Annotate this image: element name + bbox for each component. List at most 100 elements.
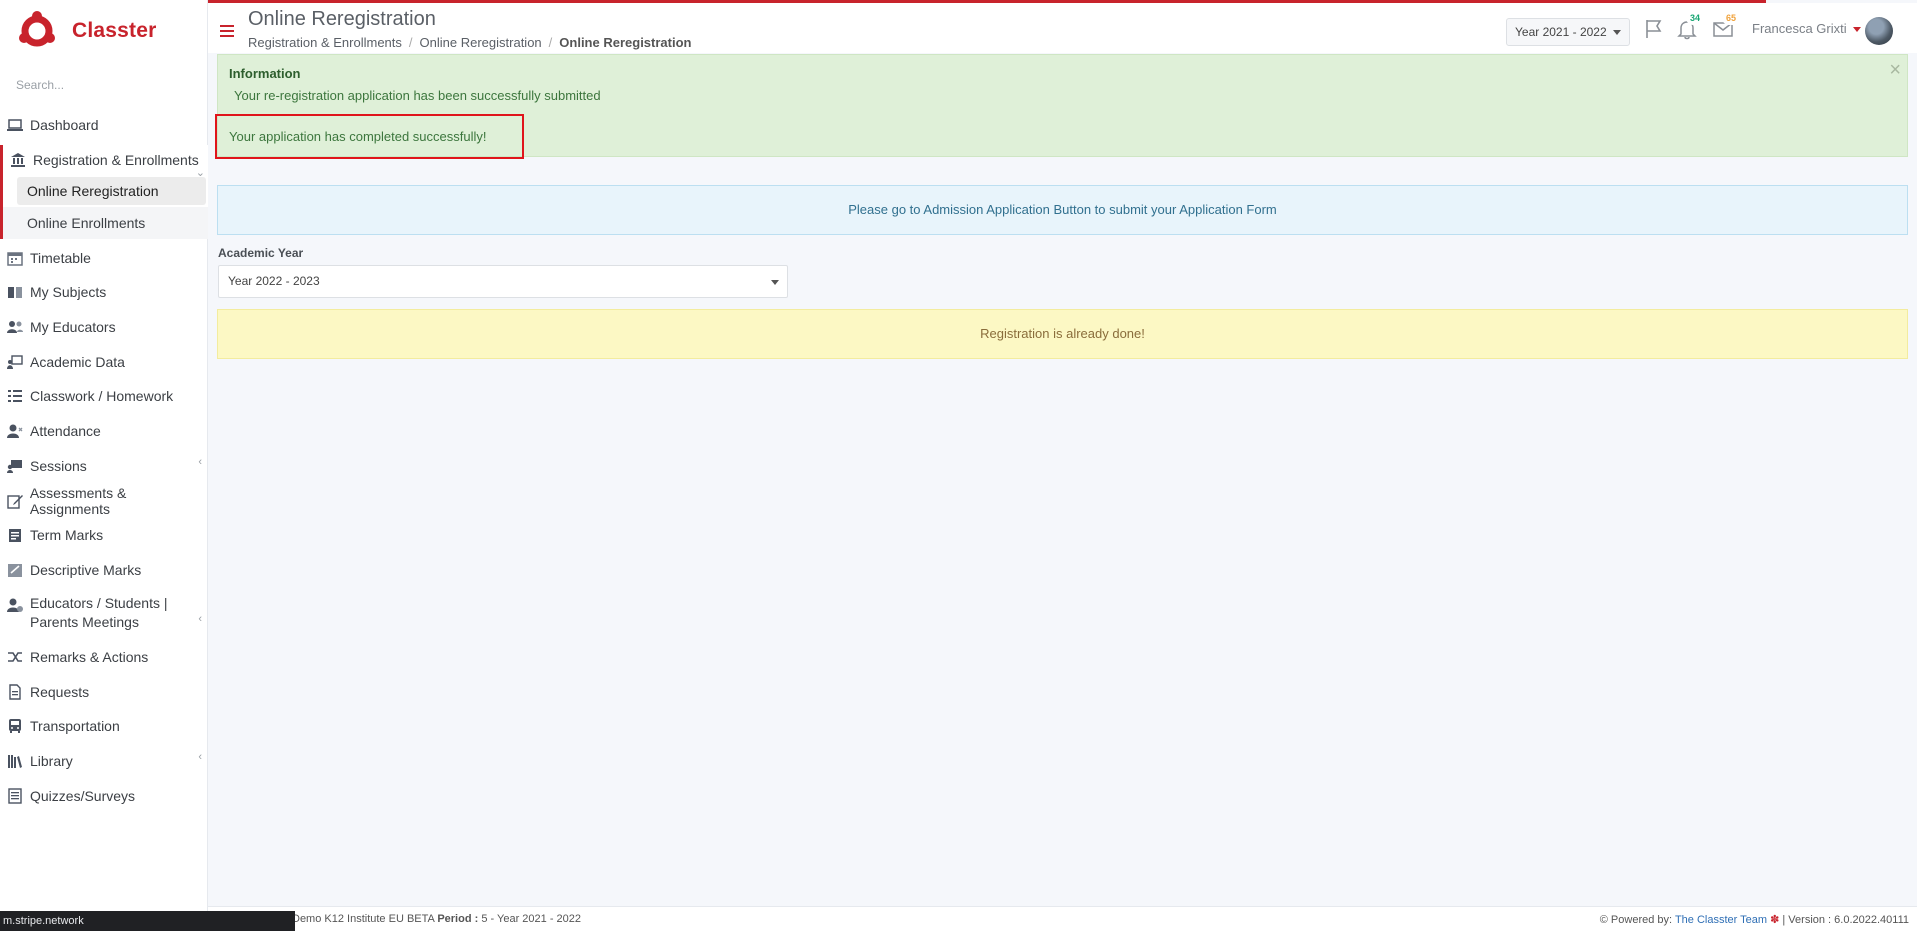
success-message: Your application has completed successfu… [229,129,487,144]
sidebar-item-label: Descriptive Marks [30,562,142,578]
alert-message: Your re-registration application has bee… [234,88,601,103]
sidebar-item-classwork-homework[interactable]: Classwork / Homework [0,386,208,406]
footer-version: | Version : 6.0.2022.40111 [1782,914,1909,926]
footer-team-link[interactable]: The Classter Team [1675,914,1767,926]
footer-period-label: Period : [437,913,479,925]
sidebar-item-label: Quizzes/Surveys [30,788,136,804]
sidebar-item-label: My Subjects [30,284,107,300]
bank-icon [9,152,27,168]
chevron-left-icon: ‹ [198,751,202,763]
bus-icon [6,718,24,734]
flag-icon[interactable] [1643,18,1665,40]
sidebar-item-label: Assessments & Assignments [29,485,127,517]
sidebar-item-label: Dashboard [30,117,99,133]
sidebar-item-my-subjects[interactable]: My Subjects [0,282,208,302]
footer: Demo K12 Institute EU BETA Period : 5 - … [208,906,1917,931]
sidebar-item-attendance[interactable]: Attendance [0,421,208,441]
book-icon [6,284,24,300]
sidebar-item-label: Timetable [30,250,91,266]
sidebar-item-label: My Educators [30,319,116,335]
sidebar-item-assessments[interactable]: Assessments & Assignments [0,485,208,517]
admission-notice: Please go to Admission Application Butto… [217,185,1908,235]
caret-down-icon [771,280,779,285]
breadcrumb-separator: / [408,35,413,50]
sidebar-item-registration[interactable]: Registration & Enrollments ⌄ [3,150,211,179]
sidebar-item-label: Classwork / Homework [30,388,174,404]
edit-icon [6,493,24,509]
quiz-icon [6,788,24,804]
sidebar-item-label: Academic Data [30,354,125,370]
sidebar-item-my-educators[interactable]: My Educators [0,317,208,337]
breadcrumb: Registration & Enrollments / Online Reregi… [248,35,691,50]
breadcrumb-item[interactable]: Online Reregistration [420,35,542,50]
breadcrumb-current: Online Reregistration [559,35,692,50]
list-check-icon [6,388,24,404]
classter-small-logo-icon: ✽ [1770,914,1780,926]
sidebar-item-library[interactable]: Library ‹ [0,751,208,771]
document-icon [6,684,24,700]
menu-toggle-icon[interactable] [220,25,234,40]
sidebar-item-label: Requests [30,684,90,700]
classter-logo-icon [19,11,55,47]
sidebar-item-dashboard[interactable]: Dashboard [0,115,208,135]
chevron-left-icon: ‹ [198,613,202,625]
browser-status-url: m.stripe.network [0,911,295,931]
messages-badge: 65 [1722,11,1740,25]
sidebar-subitem-online-reregistration[interactable]: Online Reregistration [17,177,206,205]
sidebar-item-requests[interactable]: Requests [0,682,208,702]
footer-powered: © Powered by: The Classter Team ✽ | Vers… [1600,913,1909,926]
page-title: Online Reregistration [248,8,436,30]
sidebar-item-sessions[interactable]: Sessions ‹ [0,456,208,476]
sidebar-item-label: Library [30,753,73,769]
library-icon [6,753,24,769]
caret-down-icon [1613,30,1621,35]
user-x-icon [6,423,24,439]
logo[interactable]: Classter [18,10,156,52]
sidebar-item-meetings[interactable]: Educators / Students | Parents Meetings … [0,594,208,632]
sidebar-item-timetable[interactable]: Timetable [0,248,208,268]
academic-year-label: Academic Year [218,246,304,260]
user-menu[interactable]: Francesca Grixti [1752,21,1847,36]
sidebar-item-descriptive-marks[interactable]: Descriptive Marks [0,560,208,580]
alert-title: Information [229,66,301,81]
meeting-icon [6,597,24,613]
caret-down-icon[interactable] [1853,27,1861,32]
breadcrumb-separator: / [548,35,553,50]
sessions-icon [6,458,24,474]
breadcrumb-item[interactable]: Registration & Enrollments [248,35,402,50]
presentation-icon [6,354,24,370]
sidebar-item-label: Registration & Enrollments [33,152,199,168]
notifications-badge: 34 [1686,11,1704,25]
sidebar-subitem-online-enrollments[interactable]: Online Enrollments [17,209,206,237]
sidebar-item-label: Remarks & Actions [30,649,149,665]
descriptive-marks-icon [6,562,24,578]
academic-year-select[interactable]: Year 2022 - 2023 [218,265,788,298]
envelope-icon[interactable]: 65 [1712,11,1740,40]
sidebar-item-transportation[interactable]: Transportation [0,716,208,736]
sidebar-item-label: Attendance [30,423,101,439]
shuffle-icon [6,649,24,665]
sidebar-search-input[interactable] [16,78,196,92]
sidebar: Classter Dashboard Registration & Enroll… [0,0,208,931]
footer-school: Demo K12 Institute EU BETA [292,913,435,925]
sidebar-item-label: Sessions [30,458,87,474]
sidebar-item-academic-data[interactable]: Academic Data [0,352,208,372]
copyright-icon: © [1599,914,1608,926]
sidebar-item-label: Transportation [30,718,120,734]
sidebar-item-label: Educators / Students | Parents Meetings [30,595,168,630]
calendar-icon [6,250,24,266]
avatar[interactable] [1865,17,1893,45]
chevron-left-icon: ‹ [198,456,202,468]
footer-school-info: Demo K12 Institute EU BETA Period : 5 - … [292,913,581,925]
sidebar-item-quizzes-surveys[interactable]: Quizzes/Surveys [0,786,208,806]
brand-name: Classter [72,19,157,42]
laptop-icon [6,117,24,133]
term-marks-icon [6,527,24,543]
close-icon[interactable]: × [1889,60,1901,80]
footer-powered-by: Powered by: [1610,914,1673,926]
sidebar-item-label: Term Marks [30,527,104,543]
sidebar-item-term-marks[interactable]: Term Marks [0,525,208,545]
sidebar-item-remarks-actions[interactable]: Remarks & Actions [0,647,208,667]
bell-icon[interactable]: 34 [1676,11,1704,40]
year-selector[interactable]: Year 2021 - 2022 [1506,18,1630,46]
